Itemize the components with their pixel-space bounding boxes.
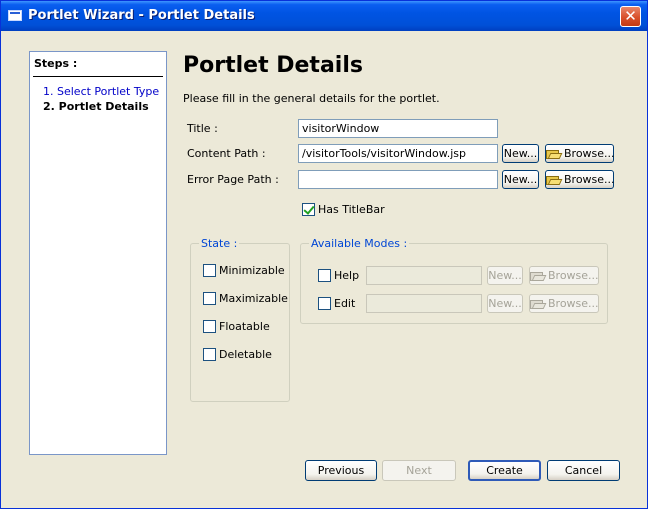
page-title: Portlet Details	[183, 53, 363, 78]
new-button-label: New...	[488, 297, 522, 310]
title-label: Title :	[187, 122, 218, 135]
maximizable-checkbox[interactable]	[203, 292, 216, 305]
next-button[interactable]: Next	[382, 460, 456, 481]
step-select-portlet-type[interactable]: 1. Select Portlet Type	[43, 85, 159, 98]
new-button-label: New...	[503, 147, 538, 160]
help-mode-label: Help	[334, 269, 360, 282]
new-button-label: New...	[503, 173, 538, 186]
folder-open-icon	[530, 270, 545, 281]
error-page-browse-button[interactable]: Browse...	[545, 170, 615, 189]
steps-divider	[33, 76, 163, 77]
title-bar[interactable]: Portlet Wizard - Portlet Details ✕	[1, 1, 647, 31]
content-path-label: Content Path :	[187, 147, 266, 160]
minimizable-label: Minimizable	[219, 264, 285, 277]
browse-button-label: Browse...	[548, 269, 599, 282]
folder-open-icon	[530, 298, 545, 309]
content-path-input[interactable]: /visitorTools/visitorWindow.jsp	[298, 144, 498, 163]
browse-button-label: Browse...	[564, 147, 615, 160]
maximizable-label: Maximizable	[219, 292, 288, 305]
previous-button[interactable]: Previous	[305, 460, 377, 481]
help-mode-new-button[interactable]: New...	[487, 266, 523, 285]
edit-mode-new-button[interactable]: New...	[487, 294, 523, 313]
cancel-button[interactable]: Cancel	[547, 460, 620, 481]
edit-mode-label: Edit	[334, 297, 356, 310]
title-input[interactable]: visitorWindow	[298, 119, 498, 138]
floatable-checkbox[interactable]	[203, 320, 216, 333]
folder-open-icon	[546, 148, 561, 159]
help-mode-browse-button[interactable]: Browse...	[529, 266, 599, 285]
help-mode-path-input[interactable]	[366, 266, 482, 285]
browse-button-label: Browse...	[548, 297, 599, 310]
minimizable-checkbox[interactable]	[203, 264, 216, 277]
step-portlet-details: 2. Portlet Details	[43, 100, 149, 113]
state-group-legend: State :	[199, 237, 240, 250]
deletable-checkbox[interactable]	[203, 348, 216, 361]
browse-button-label: Browse...	[564, 173, 615, 186]
portlet-wizard-window: Portlet Wizard - Portlet Details ✕ Steps…	[0, 0, 648, 509]
has-titlebar-checkbox[interactable]	[302, 203, 315, 216]
close-icon: ✕	[624, 7, 637, 25]
window-title: Portlet Wizard - Portlet Details	[28, 8, 255, 23]
edit-mode-path-input[interactable]	[366, 294, 482, 313]
steps-header: Steps :	[34, 57, 78, 70]
window-icon	[8, 10, 22, 21]
deletable-label: Deletable	[219, 348, 272, 361]
help-mode-checkbox[interactable]	[318, 269, 331, 282]
page-description: Please fill in the general details for t…	[183, 92, 440, 105]
edit-mode-checkbox[interactable]	[318, 297, 331, 310]
error-page-new-button[interactable]: New...	[502, 170, 539, 189]
create-button[interactable]: Create	[468, 460, 541, 481]
edit-mode-browse-button[interactable]: Browse...	[529, 294, 599, 313]
available-modes-legend: Available Modes :	[309, 237, 410, 250]
close-button[interactable]: ✕	[620, 6, 641, 27]
steps-panel: Steps : 1. Select Portlet Type 2. Portle…	[29, 51, 167, 455]
error-page-path-input[interactable]	[298, 170, 498, 189]
error-page-path-label: Error Page Path :	[187, 173, 279, 186]
content-path-browse-button[interactable]: Browse...	[545, 144, 615, 163]
content-path-new-button[interactable]: New...	[502, 144, 539, 163]
folder-open-icon	[546, 174, 561, 185]
new-button-label: New...	[488, 269, 522, 282]
floatable-label: Floatable	[219, 320, 270, 333]
has-titlebar-label: Has TitleBar	[318, 203, 385, 216]
